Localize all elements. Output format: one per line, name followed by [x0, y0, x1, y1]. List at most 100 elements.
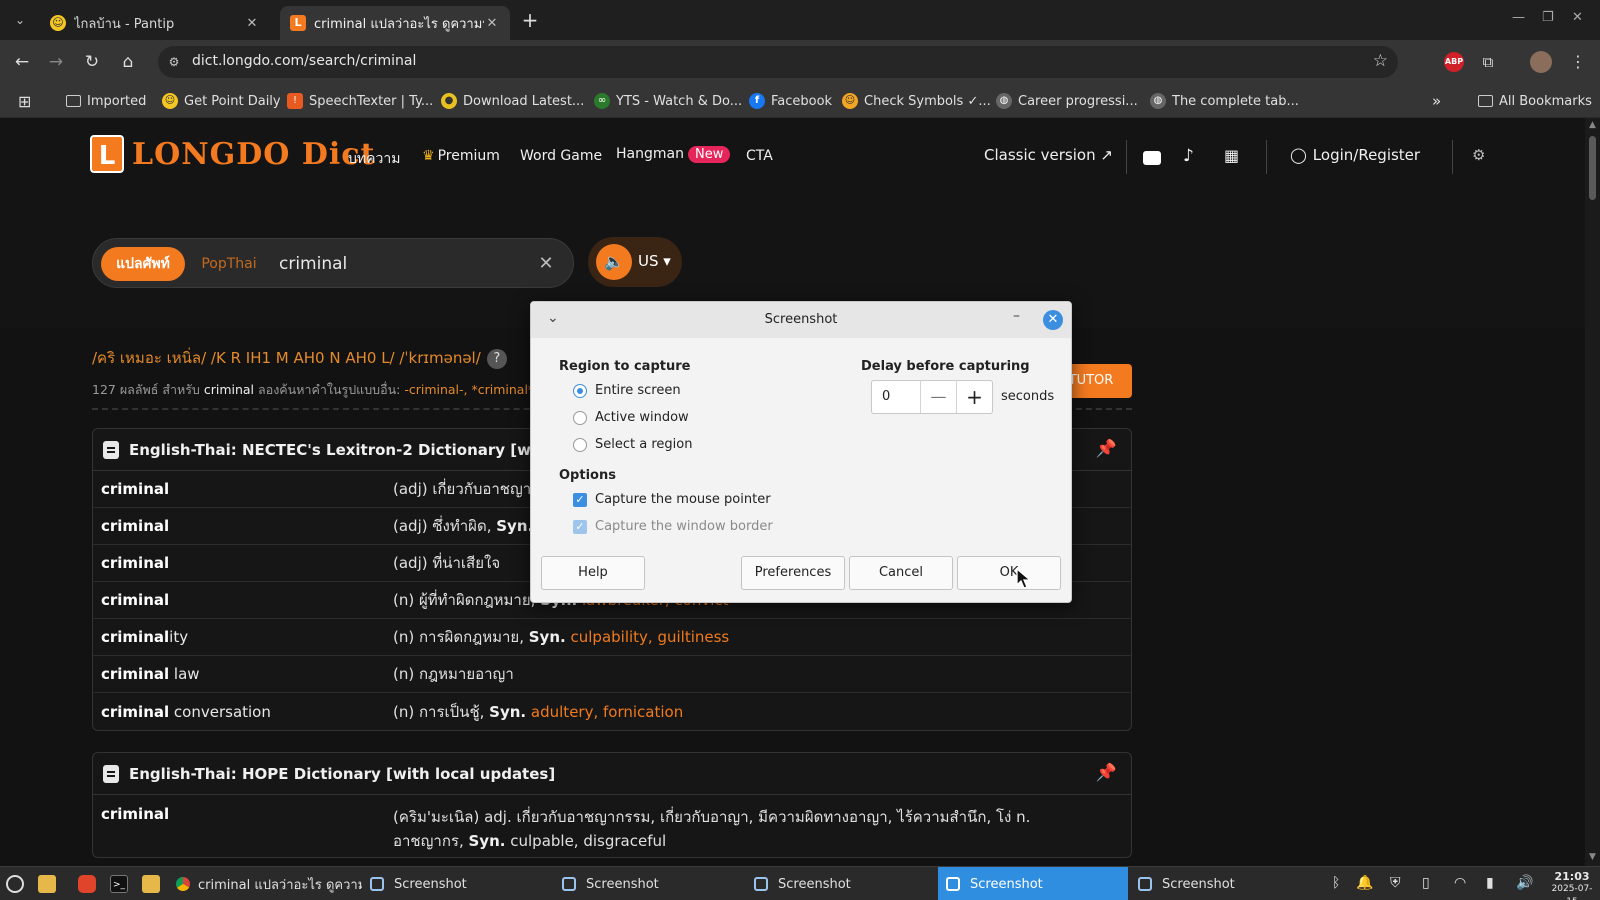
- tab-close-icon[interactable]: ✕: [484, 16, 500, 31]
- tab-longdo[interactable]: L criminal แปลว่าอะไร ดูความหมาย ✕: [280, 6, 510, 40]
- synonym-links[interactable]: adultery, fornication: [531, 703, 683, 721]
- shield-icon[interactable]: ⛨: [1390, 875, 1401, 891]
- taskbar-browser-task[interactable]: criminal แปลว่าอะไร ดูความ...: [168, 867, 362, 900]
- back-arrow-icon[interactable]: ←: [10, 50, 34, 74]
- clear-search-icon[interactable]: ✕: [533, 251, 559, 277]
- checkbox-capture-pointer[interactable]: ✓ Capture the mouse pointer: [573, 492, 771, 507]
- window-close-icon[interactable]: ✕: [1572, 10, 1583, 25]
- pin-icon[interactable]: 📌: [1096, 763, 1117, 783]
- delay-spinner[interactable]: 0 — +: [871, 380, 993, 414]
- forward-arrow-icon[interactable]: →: [44, 50, 68, 74]
- bookmark-speechtexter[interactable]: ! SpeechTexter | Ty...: [287, 91, 433, 111]
- taskbar-screenshot-task-active[interactable]: Screenshot: [938, 867, 1128, 900]
- tab-pantip[interactable]: ☺ ไกลบ้าน - Pantip ✕: [40, 6, 270, 40]
- help-button[interactable]: Help: [541, 556, 645, 590]
- taskbar-screenshot-task[interactable]: Screenshot: [1130, 867, 1320, 900]
- window-restore-icon[interactable]: ❐: [1542, 10, 1554, 25]
- page-scrollbar[interactable]: ▲ ▼: [1585, 118, 1600, 866]
- login-register-link[interactable]: ◯ Login/Register: [1290, 146, 1420, 164]
- bookmark-facebook[interactable]: f Facebook: [749, 91, 832, 111]
- terminal-icon[interactable]: >_: [110, 875, 128, 893]
- tab-search-chevron-icon[interactable]: ⌄: [8, 8, 32, 32]
- pronounce-button[interactable]: 🔈 US ▾: [588, 237, 682, 287]
- settings-gear-icon[interactable]: ⚙: [1472, 146, 1485, 164]
- scrollbar-thumb[interactable]: [1589, 136, 1596, 200]
- help-question-icon[interactable]: ?: [486, 348, 507, 369]
- dialog-titlebar[interactable]: ⌄ Screenshot – ✕: [531, 302, 1071, 338]
- radio-unselected[interactable]: [573, 410, 587, 425]
- dialog-close-icon[interactable]: ✕: [1043, 310, 1063, 330]
- radio-active-window[interactable]: Active window: [573, 410, 689, 425]
- bookmark-yts[interactable]: ∞ YTS - Watch & Do...: [594, 91, 742, 111]
- all-bookmarks[interactable]: All Bookmarks: [1478, 91, 1592, 111]
- delay-value[interactable]: 0: [882, 389, 890, 404]
- longdo-logo[interactable]: L LONGDO Dict: [90, 134, 375, 174]
- taskbar-screenshot-task[interactable]: Screenshot: [746, 867, 936, 900]
- start-menu-icon[interactable]: [6, 875, 24, 893]
- apps-grid-icon[interactable]: ▦: [1224, 146, 1239, 165]
- radio-selected[interactable]: [573, 383, 587, 398]
- taskbar-screenshot-task[interactable]: Screenshot: [362, 867, 552, 900]
- browser-menu-kebab-icon[interactable]: ⋮: [1568, 52, 1588, 72]
- site-info-icon[interactable]: ⚙: [166, 54, 182, 70]
- scroll-down-arrow-icon[interactable]: ▼: [1587, 852, 1598, 862]
- folder-icon[interactable]: [142, 875, 160, 893]
- segment-popthai[interactable]: PopThai: [191, 247, 267, 281]
- nav-premium[interactable]: ♛ Premium: [422, 148, 500, 164]
- volume-icon[interactable]: 🔊: [1516, 875, 1533, 891]
- youtube-icon[interactable]: [1143, 151, 1161, 165]
- apps-grid-icon[interactable]: ⊞: [18, 91, 31, 111]
- ok-button[interactable]: OK: [957, 556, 1061, 590]
- cancel-button[interactable]: Cancel: [849, 556, 953, 590]
- table-row[interactable]: criminality (n) การผิดกฎหมาย, Syn. culpab…: [93, 619, 1131, 656]
- home-icon[interactable]: ⌂: [116, 50, 140, 74]
- url-text[interactable]: dict.longdo.com/search/criminal: [192, 53, 416, 69]
- accent-selector[interactable]: US ▾: [638, 252, 671, 270]
- bookmark-star-icon[interactable]: ☆: [1373, 51, 1388, 71]
- nav-word-game[interactable]: Word Game: [520, 148, 602, 164]
- speaker-icon[interactable]: 🔈: [596, 244, 632, 280]
- classic-version-link[interactable]: Classic version ↗: [984, 146, 1113, 164]
- nav-hangman[interactable]: Hangman New: [616, 146, 731, 163]
- files-icon[interactable]: [38, 875, 56, 893]
- bookmarks-overflow-chevron-icon[interactable]: »: [1432, 91, 1441, 111]
- bookmark-get-point-daily[interactable]: ☺ Get Point Daily: [162, 91, 281, 111]
- alt-forms-links[interactable]: -criminal-, *criminal*: [404, 382, 534, 397]
- tiktok-icon[interactable]: ♪: [1183, 146, 1194, 166]
- preferences-button[interactable]: Preferences: [741, 556, 845, 590]
- clipboard-icon[interactable]: ▯: [1422, 875, 1430, 891]
- taskbar-screenshot-task[interactable]: Screenshot: [554, 867, 744, 900]
- notifications-bell-icon[interactable]: 🔔: [1356, 875, 1373, 891]
- radio-entire-screen[interactable]: Entire screen: [573, 383, 681, 398]
- search-input[interactable]: [279, 247, 519, 281]
- window-minimize-icon[interactable]: —: [1512, 10, 1525, 25]
- delay-decrement-button[interactable]: —: [920, 381, 956, 413]
- scroll-up-arrow-icon[interactable]: ▲: [1587, 120, 1598, 130]
- segment-translate[interactable]: แปลศัพท์: [101, 247, 185, 281]
- bookmark-complete-table[interactable]: ◍ The complete tab...: [1150, 91, 1299, 111]
- new-tab-plus-icon[interactable]: +: [518, 8, 542, 32]
- bookmark-download-latest[interactable]: ● Download Latest...: [441, 91, 584, 111]
- dialog-minimize-icon[interactable]: –: [1013, 308, 1020, 324]
- clock[interactable]: 21:03 2025-07-15: [1546, 870, 1598, 900]
- bookmark-career-progression[interactable]: ◍ Career progressi...: [996, 91, 1138, 111]
- radio-select-region[interactable]: Select a region: [573, 437, 692, 452]
- bluetooth-icon[interactable]: ᛒ: [1332, 875, 1340, 891]
- tab-close-icon[interactable]: ✕: [244, 16, 260, 31]
- bookmark-check-symbols[interactable]: ☺ Check Symbols ✓...: [842, 91, 991, 111]
- adblock-extension-icon[interactable]: ABP: [1444, 52, 1464, 72]
- table-row[interactable]: criminal law (n) กฎหมายอาญา: [93, 656, 1131, 693]
- app-launcher-icon[interactable]: [78, 875, 96, 893]
- reload-icon[interactable]: ↻: [80, 50, 104, 74]
- nav-cta[interactable]: CTA: [746, 148, 773, 164]
- address-bar[interactable]: ⚙ dict.longdo.com/search/criminal ☆: [158, 46, 1398, 78]
- delay-increment-button[interactable]: +: [956, 381, 992, 413]
- checkbox-checked[interactable]: ✓: [573, 492, 587, 507]
- nav-articles[interactable]: บทความ: [348, 148, 400, 170]
- table-row[interactable]: criminal conversation (n) การเป็นชู้, Syn…: [93, 693, 1131, 730]
- extensions-puzzle-icon[interactable]: ⧉: [1478, 52, 1498, 72]
- profile-avatar[interactable]: [1530, 51, 1552, 73]
- wifi-icon[interactable]: ◠: [1454, 875, 1466, 891]
- table-row[interactable]: criminal (คริม'มะเนิล) adj. เกี่ยวกับอาชญ…: [93, 795, 1131, 857]
- pin-icon[interactable]: 📌: [1096, 439, 1117, 459]
